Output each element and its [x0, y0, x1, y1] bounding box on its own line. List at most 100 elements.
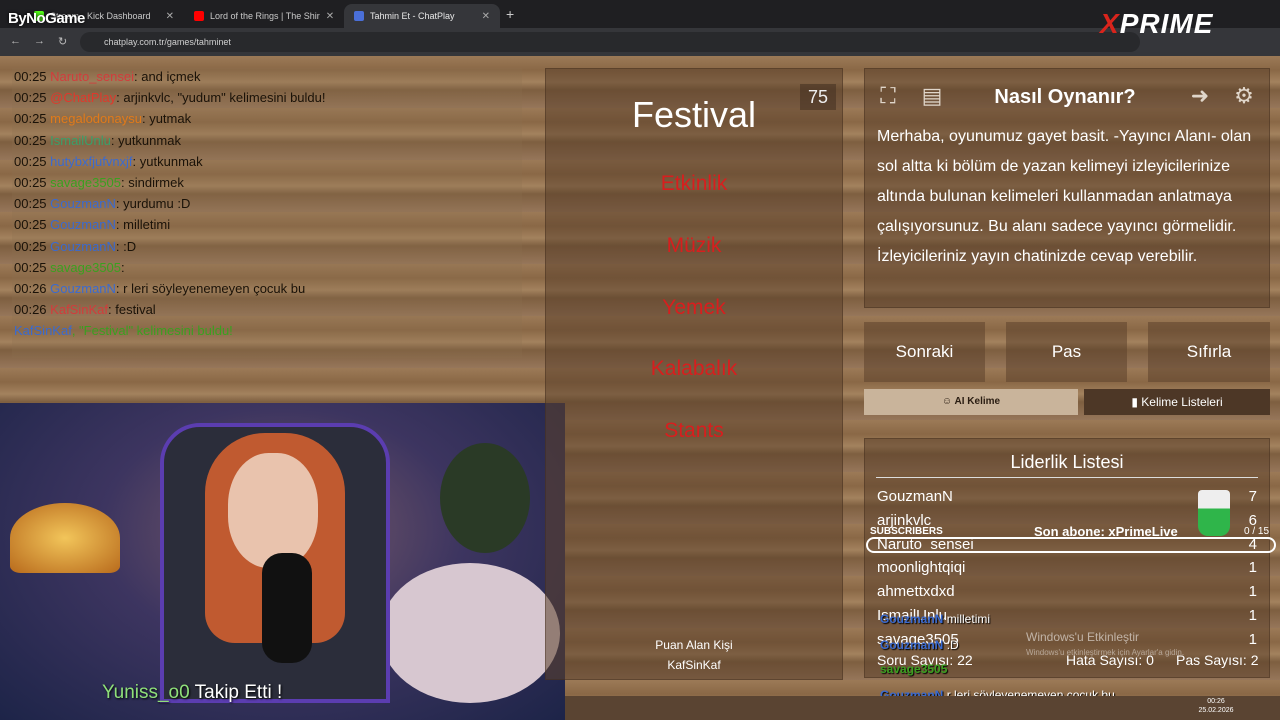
- leaderboard-name: moonlightqiqi: [877, 559, 966, 577]
- yarn-image: [380, 563, 560, 703]
- pass-count: Pas Sayısı: 2: [1176, 652, 1259, 668]
- chat-message: 00:26 KafSinKaf: festival: [14, 302, 156, 317]
- word-lists-button[interactable]: ▮ Kelime Listeleri: [1084, 389, 1270, 415]
- bynogame-logo: ByNoGame: [8, 10, 85, 27]
- chat-text: : arjinkvlc, "yudum" kelimesini buldu!: [116, 90, 326, 106]
- forbidden-word: Yemek: [662, 296, 726, 319]
- new-tab-button[interactable]: +: [506, 6, 514, 22]
- chat-system-message: KafSinKaf, "Festival" kelimesini buldu!: [14, 323, 233, 338]
- word-lists-label: Kelime Listeleri: [1141, 395, 1223, 409]
- close-icon[interactable]: ✕: [326, 11, 334, 22]
- target-word: Festival: [631, 94, 757, 135]
- follower-name: Yuniss_o0: [102, 682, 190, 703]
- ai-word-button[interactable]: ☺ AI Kelime: [864, 389, 1078, 415]
- leaderboard-points: 1: [1248, 607, 1257, 624]
- scorer-label: Puan Alan Kişi: [655, 638, 733, 652]
- tab-label: Lord of the Rings | The Shir: [210, 11, 320, 21]
- chat-timestamp: 00:25: [14, 196, 47, 212]
- leaderboard-points: 1: [1248, 630, 1257, 648]
- leaderboard-divider: [876, 477, 1258, 478]
- howto-text: Merhaba, oyunumuz gayet basit. -Yayıncı …: [877, 128, 1252, 265]
- leaderboard-name: GouzmanN: [877, 488, 953, 505]
- address-bar: ← → ↻ chatplay.com.tr/games/tahminet: [0, 28, 1280, 56]
- chat-message: 00:25 IsmailUnlu: yutkunmak: [14, 133, 181, 148]
- chat-timestamp: 00:25: [14, 238, 47, 254]
- gear-icon[interactable]: ⚙: [1227, 80, 1261, 112]
- webcam-feed: [0, 403, 565, 720]
- chat-username[interactable]: IsmailUnlu: [50, 133, 111, 148]
- reload-icon[interactable]: ↻: [58, 35, 67, 48]
- chat-username[interactable]: Naruto_sensei: [50, 69, 134, 84]
- tab-youtube[interactable]: Lord of the Rings | The Shir ✕: [184, 4, 344, 28]
- chat-username[interactable]: KafSinKaf: [50, 302, 108, 317]
- chat-username[interactable]: GouzmanN: [50, 196, 116, 211]
- overlay-chat-line: savage3505: [880, 662, 947, 676]
- chat-username[interactable]: savage3505: [50, 260, 121, 275]
- overlay-chat-line: GouzmanN milletimi: [880, 612, 990, 626]
- document-icon[interactable]: ▤: [915, 80, 949, 112]
- chat-username[interactable]: megalodonaysu: [50, 111, 142, 126]
- subscriber-count: 0 / 15: [1244, 526, 1270, 537]
- xprime-logo-x: X: [1100, 8, 1120, 39]
- exit-icon[interactable]: ➜: [1183, 80, 1217, 112]
- tab-label: Tahmin Et - ChatPlay: [370, 11, 455, 21]
- forbidden-word: Stants: [664, 419, 724, 442]
- subscriber-goal-bar: [866, 537, 1276, 553]
- chat-text: : festival: [108, 302, 156, 318]
- chat-system-text: , "Festival" kelimesini buldu!: [71, 323, 233, 339]
- forward-icon[interactable]: →: [34, 35, 45, 47]
- chat-timestamp: 00:26: [14, 281, 47, 296]
- chat-timestamp: 00:25: [14, 111, 47, 127]
- activation-watermark: Windows'u Etkinleştir: [1026, 630, 1139, 644]
- close-icon[interactable]: ✕: [482, 11, 490, 22]
- fullscreen-icon[interactable]: ⛶: [871, 80, 905, 112]
- leaderboard-row: ahmettxdxd 1: [877, 583, 1257, 600]
- close-icon[interactable]: ✕: [166, 11, 174, 22]
- chat-message: 00:25 savage3505: sindirmek: [14, 175, 184, 190]
- chat-username[interactable]: GouzmanN: [50, 239, 116, 254]
- tab-chatplay[interactable]: Tahmin Et - ChatPlay ✕: [344, 4, 500, 28]
- activation-watermark-sub: Windows'u etkinleştirmek için Ayarlar'a …: [1026, 648, 1185, 657]
- subscriber-label: SUBSCRIBERS: [870, 526, 943, 537]
- howto-title: Nasıl Oynanır?: [994, 86, 1136, 108]
- lamp-image: [10, 503, 120, 573]
- chat-timestamp: 00:25: [14, 132, 47, 148]
- last-subscriber: Son abone: xPrimeLive: [1034, 524, 1178, 539]
- chat-message: 00:25 hutybxfjufvnxjf: yutkunmak: [14, 154, 203, 169]
- clipboard-icon: ▮: [1131, 395, 1142, 409]
- chat-message: 00:25 savage3505:: [14, 260, 125, 275]
- chat-username[interactable]: GouzmanN: [50, 217, 116, 232]
- scorer-name: KafSinKaf: [667, 658, 721, 672]
- xprime-logo: XPRIME: [1100, 8, 1213, 40]
- chat-message: 00:25 GouzmanN: milletimi: [14, 217, 170, 232]
- youtube-favicon-icon: [194, 11, 204, 21]
- overlay-chat-user: savage3505: [880, 662, 948, 676]
- chat-message: 00:25 Naruto_sensei: and içmek: [14, 69, 200, 84]
- chat-text: : :D: [115, 238, 137, 254]
- clock-time: 00:26: [1207, 698, 1225, 705]
- robot-icon: ☺: [941, 396, 955, 407]
- overlay-chat-msg: :D: [946, 638, 959, 652]
- plant-image: [440, 443, 530, 553]
- chat-text: : yurdumu :D: [115, 196, 191, 212]
- microphone-image: [262, 553, 312, 663]
- leaderboard-title: Liderlik Listesi: [1010, 452, 1124, 472]
- chat-username[interactable]: GouzmanN: [50, 281, 116, 296]
- chat-username[interactable]: savage3505: [50, 175, 121, 190]
- chat-username[interactable]: @ChatPlay: [50, 90, 116, 105]
- chat-username[interactable]: hutybxfjufvnxjf: [50, 154, 132, 169]
- url-field[interactable]: chatplay.com.tr/games/tahminet: [80, 32, 1140, 52]
- ai-word-label: AI Kelime: [954, 396, 1001, 407]
- chat-system-user: KafSinKaf: [14, 323, 72, 339]
- leaderboard-name: ahmettxdxd: [877, 583, 955, 601]
- chat-text: : sindirmek: [121, 175, 184, 190]
- pass-button[interactable]: Pas: [1006, 322, 1127, 382]
- chat-timestamp: 00:26: [14, 302, 47, 318]
- reset-button[interactable]: Sıfırla: [1148, 322, 1270, 382]
- subscriber-jar-icon: [1198, 490, 1230, 536]
- leaderboard-row: moonlightqiqi 1: [877, 559, 1257, 576]
- back-icon[interactable]: ←: [10, 35, 21, 47]
- chat-text: : milletimi: [115, 217, 171, 233]
- forbidden-word: Müzik: [666, 234, 722, 257]
- next-button[interactable]: Sonraki: [864, 322, 985, 382]
